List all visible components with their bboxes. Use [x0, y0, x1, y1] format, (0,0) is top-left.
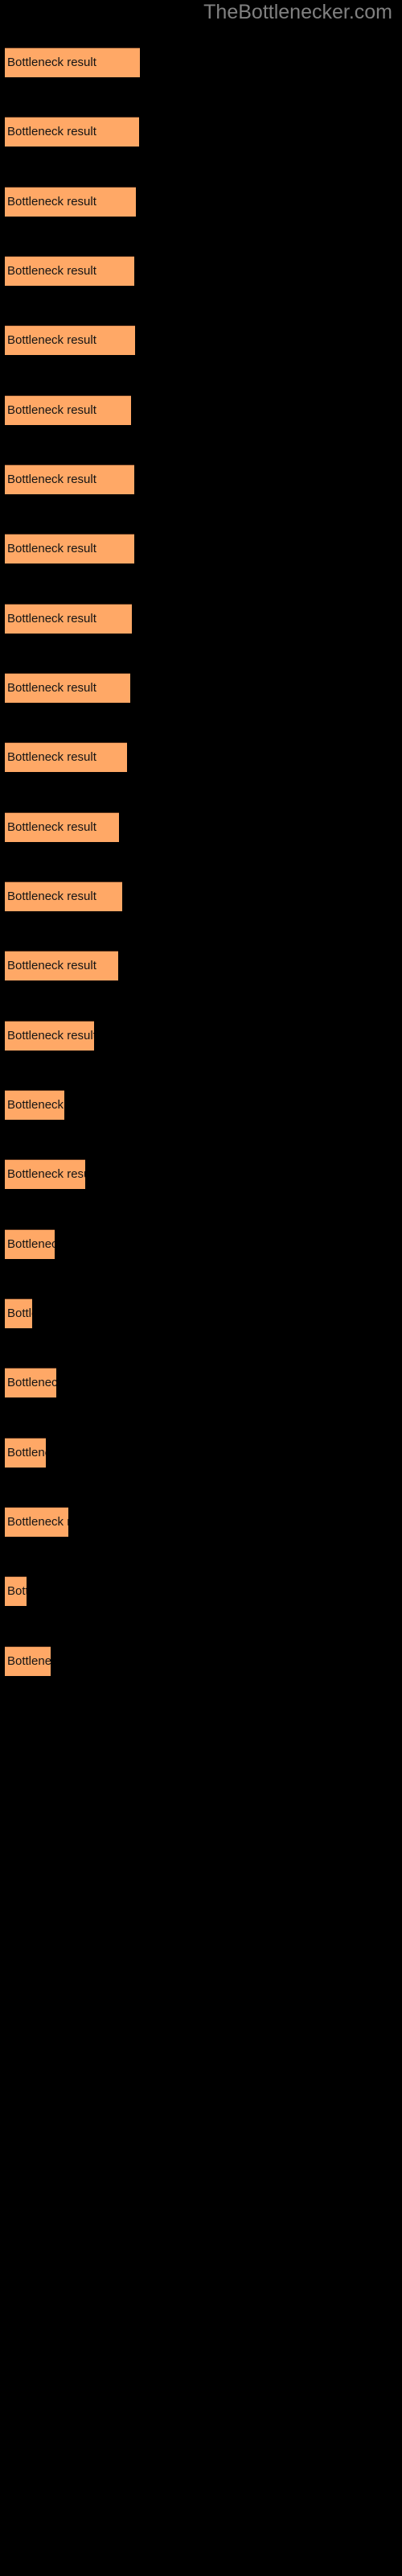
bar-segment[interactable]	[5, 673, 130, 703]
bar-segment[interactable]	[5, 604, 132, 634]
bar-segment[interactable]	[5, 1368, 56, 1397]
bar-segment[interactable]	[5, 1576, 27, 1606]
bar-segment[interactable]	[5, 812, 119, 842]
bar-segment[interactable]	[5, 187, 136, 217]
bar-segment[interactable]	[5, 1090, 64, 1120]
bar-segment[interactable]	[5, 464, 134, 494]
bar-segment[interactable]	[5, 951, 118, 980]
bar-segment[interactable]	[5, 47, 140, 77]
bar-segment[interactable]	[5, 117, 139, 147]
bar-segment[interactable]	[5, 534, 134, 564]
bar-segment[interactable]	[5, 1229, 55, 1259]
bar-segment[interactable]	[5, 881, 122, 911]
bar-segment[interactable]	[5, 742, 127, 772]
bar-segment[interactable]	[5, 1646, 51, 1676]
bar-segment[interactable]	[5, 1298, 32, 1328]
bar-segment[interactable]	[5, 395, 131, 425]
bar-segment[interactable]	[5, 325, 135, 355]
bar-segment[interactable]	[5, 1021, 94, 1051]
bottleneck-bar-chart: Bottleneck result Bottleneck result Bottle…	[0, 0, 402, 2576]
bar-segment[interactable]	[5, 1159, 85, 1189]
bar-segment[interactable]	[5, 256, 134, 286]
bar-segment[interactable]	[5, 1507, 68, 1537]
bar-segment[interactable]	[5, 1438, 46, 1468]
